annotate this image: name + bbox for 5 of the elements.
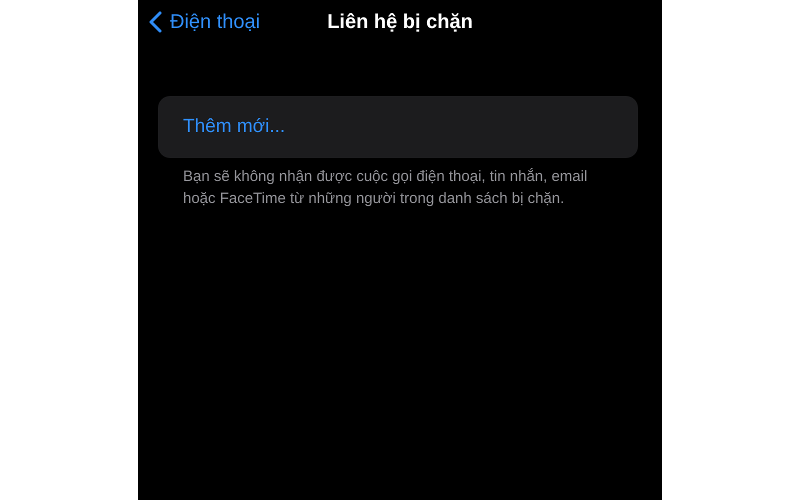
back-button[interactable]: Điện thoại — [148, 10, 260, 34]
screen-title: Liên hệ bị chặn — [327, 10, 473, 34]
back-chevron-icon — [148, 11, 162, 33]
footer-note: Bạn sẽ không nhận được cuộc gọi điện thoại, tin nhắn, email hoặc FaceTime từ những người trong danh sách bị chặn. — [183, 167, 588, 209]
add-new-button[interactable]: Thêm mới... — [158, 96, 638, 158]
